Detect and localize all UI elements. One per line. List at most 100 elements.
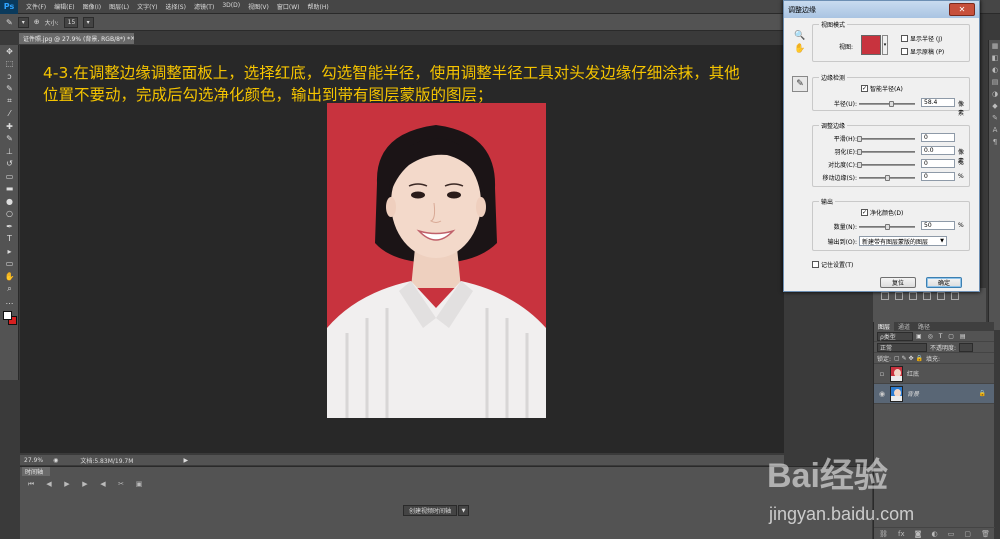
lock-icons[interactable]: ▢ ✎ ✥ 🔒 bbox=[894, 355, 923, 362]
fx-icon[interactable]: fx bbox=[898, 530, 905, 538]
menu-item[interactable]: 图层(L) bbox=[105, 2, 133, 11]
reset-button[interactable]: 复位 bbox=[880, 277, 916, 288]
preset-icon[interactable] bbox=[881, 292, 889, 300]
status-icon[interactable]: ◉ bbox=[53, 457, 58, 464]
feather-slider[interactable] bbox=[857, 149, 915, 155]
audio-icon[interactable]: ◀ bbox=[96, 480, 110, 489]
slider-knob[interactable] bbox=[857, 149, 862, 155]
stamp-tool-icon[interactable]: ⊥ bbox=[0, 145, 19, 158]
slider-knob[interactable] bbox=[885, 224, 890, 230]
zoom-tool-icon[interactable]: ⌕ bbox=[0, 283, 19, 296]
slider-knob[interactable] bbox=[857, 162, 862, 168]
foreground-color[interactable] bbox=[3, 310, 12, 320]
link-icon[interactable]: ⛓ bbox=[879, 530, 888, 538]
preset-icon[interactable] bbox=[909, 292, 917, 300]
brush-tool-icon[interactable]: ✎ bbox=[6, 18, 13, 27]
menu-item[interactable]: 窗口(W) bbox=[273, 2, 304, 11]
size-input[interactable]: 15 bbox=[63, 16, 78, 28]
eraser-tool-icon[interactable]: ▭ bbox=[0, 170, 19, 183]
gradient-tool-icon[interactable]: ▬ bbox=[0, 183, 19, 196]
history-brush-icon[interactable]: ↺ bbox=[0, 158, 19, 171]
show-original-checkbox[interactable]: 显示原稿 (P) bbox=[901, 47, 944, 56]
view-thumbnail[interactable] bbox=[861, 35, 881, 55]
amount-slider[interactable] bbox=[859, 224, 915, 230]
menu-item[interactable]: 选择(S) bbox=[161, 2, 190, 11]
blend-mode-dropdown[interactable]: 正常 bbox=[877, 342, 927, 352]
menu-item[interactable]: 滤镜(T) bbox=[190, 2, 218, 11]
preset-icon[interactable] bbox=[951, 292, 959, 300]
trash-icon[interactable]: 🗑 bbox=[981, 530, 990, 538]
tab-channels[interactable]: 通道 bbox=[894, 322, 914, 331]
layer-item-red-bg[interactable]: ▫ 红底 bbox=[874, 364, 994, 384]
decontaminate-checkbox[interactable]: ✓ 净化颜色(D) bbox=[861, 208, 903, 217]
layer-filter-dropdown[interactable]: ρ类型 bbox=[877, 331, 913, 341]
shift-edge-input[interactable]: 0 bbox=[921, 172, 955, 181]
radius-input[interactable]: 58.4 bbox=[921, 98, 955, 107]
menu-item[interactable]: 视图(V) bbox=[244, 2, 273, 11]
timeline-dropdown-icon[interactable]: ▼ bbox=[458, 505, 470, 516]
timeline-tab[interactable]: 时间轴 bbox=[22, 467, 50, 476]
preset-icon[interactable] bbox=[923, 292, 931, 300]
slider-knob[interactable] bbox=[885, 175, 890, 181]
brush-tool-icon[interactable]: ✎ bbox=[0, 133, 19, 146]
pen-tool-icon[interactable]: ✒ bbox=[0, 220, 19, 233]
dodge-tool-icon[interactable]: ○ bbox=[0, 208, 19, 221]
smooth-input[interactable]: 0 bbox=[921, 133, 955, 142]
size-dropdown-icon[interactable]: ▾ bbox=[82, 16, 94, 28]
close-tab-icon[interactable]: × bbox=[130, 35, 134, 42]
tab-paths[interactable]: 路径 bbox=[914, 322, 934, 331]
slider-knob[interactable] bbox=[889, 101, 895, 107]
radius-slider[interactable] bbox=[859, 101, 915, 107]
filter-icons[interactable]: ▣ ◎ T ▢ ▤ bbox=[916, 333, 968, 340]
blur-tool-icon[interactable]: ● bbox=[0, 195, 19, 208]
show-radius-checkbox[interactable]: 显示半径 (J) bbox=[901, 34, 942, 43]
brush-presets-icon[interactable]: ✎ bbox=[989, 112, 1000, 124]
adjustments-icon[interactable]: ◑ bbox=[989, 88, 1000, 100]
shift-edge-slider[interactable] bbox=[859, 175, 915, 181]
history-icon[interactable]: ▦ bbox=[989, 40, 1000, 52]
tab-layers[interactable]: 图层 bbox=[874, 322, 895, 331]
crop-tool-icon[interactable]: ⌗ bbox=[0, 95, 19, 108]
color-icon[interactable]: ◐ bbox=[989, 64, 1000, 76]
swatches-icon[interactable]: ▤ bbox=[989, 76, 1000, 88]
color-swatches[interactable] bbox=[0, 308, 19, 330]
view-dropdown-icon[interactable]: ▾ bbox=[882, 35, 888, 55]
adjustment-layer-icon[interactable]: ◐ bbox=[932, 530, 938, 538]
properties-icon[interactable]: ◧ bbox=[989, 52, 1000, 64]
menu-item[interactable]: 文字(Y) bbox=[133, 2, 161, 11]
slider-knob[interactable] bbox=[857, 136, 862, 142]
healing-tool-icon[interactable]: ✚ bbox=[0, 120, 19, 133]
hand-tool-icon[interactable]: ✋ bbox=[792, 41, 808, 57]
layer-item-background[interactable]: ◉ 背景 🔒 bbox=[874, 384, 994, 404]
split-icon[interactable]: ✂ bbox=[114, 480, 128, 489]
feather-input[interactable]: 0.0 bbox=[921, 146, 955, 155]
styles-icon[interactable]: ◆ bbox=[989, 100, 1000, 112]
contrast-slider[interactable] bbox=[857, 162, 915, 168]
mode-icon[interactable]: ⊕ bbox=[34, 18, 40, 26]
smooth-slider[interactable] bbox=[857, 136, 915, 142]
hand-tool-icon[interactable]: ✋ bbox=[0, 270, 19, 283]
portrait-photo[interactable] bbox=[327, 103, 546, 418]
character-icon[interactable]: A bbox=[989, 124, 1000, 136]
create-video-timeline-button[interactable]: 创建视频时间轴 bbox=[403, 505, 458, 516]
more-tools-icon[interactable]: … bbox=[0, 295, 19, 308]
prev-frame-icon[interactable]: ◀ bbox=[42, 480, 56, 489]
menu-item[interactable]: 图像(I) bbox=[79, 2, 105, 11]
output-to-select[interactable]: 新建带有图层蒙版的图层 ▼ bbox=[859, 236, 947, 246]
refine-radius-tool-icon[interactable]: ✎ bbox=[792, 76, 808, 92]
zoom-level[interactable]: 27.9% bbox=[24, 457, 43, 464]
remember-settings-checkbox[interactable]: 记住设置(T) bbox=[812, 260, 853, 269]
lasso-tool-icon[interactable]: ↄ bbox=[0, 70, 19, 83]
group-icon[interactable]: ▭ bbox=[948, 530, 955, 538]
ok-button[interactable]: 确定 bbox=[926, 277, 962, 288]
move-tool-icon[interactable]: ✥ bbox=[0, 45, 19, 58]
status-arrow-icon[interactable]: ▶ bbox=[183, 457, 188, 464]
eyedropper-tool-icon[interactable]: ⁄ bbox=[0, 108, 19, 121]
menu-item[interactable]: 帮助(H) bbox=[304, 2, 333, 11]
play-icon[interactable]: ▶ bbox=[60, 480, 74, 489]
contrast-input[interactable]: 0 bbox=[921, 159, 955, 168]
transition-icon[interactable]: ▣ bbox=[132, 480, 146, 489]
smart-radius-checkbox[interactable]: ✓ 智能半径(A) bbox=[861, 84, 903, 93]
close-button[interactable]: ✕ bbox=[949, 3, 975, 16]
marquee-tool-icon[interactable]: ⬚ bbox=[0, 58, 19, 71]
